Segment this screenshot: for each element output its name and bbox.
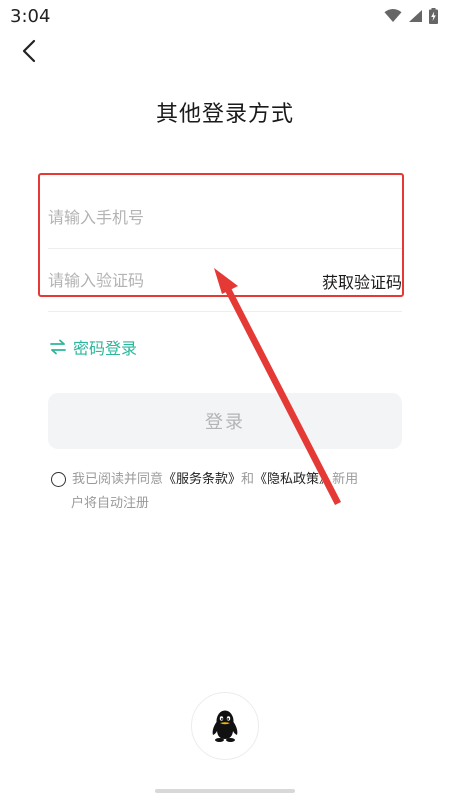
wifi-icon: [384, 9, 402, 22]
phone-field: [48, 187, 402, 249]
page-title: 其他登录方式: [155, 102, 294, 127]
privacy-policy-link[interactable]: 《隐私政策》: [254, 472, 332, 487]
agreement-text: 我已阅读并同意《服务条款》和《隐私政策》新用 户将自动注册: [71, 468, 412, 511]
status-bar: 3:04: [0, 0, 450, 32]
password-login-link[interactable]: 密码登录: [49, 335, 137, 359]
get-code-button[interactable]: 获取验证码: [322, 269, 402, 293]
status-icons: [384, 8, 438, 24]
qq-login-button[interactable]: [191, 692, 259, 760]
qq-penguin-icon: [212, 710, 238, 742]
back-button[interactable]: [14, 36, 46, 68]
code-field: 获取验证码: [48, 250, 402, 312]
battery-charging-icon: [429, 8, 438, 24]
password-login-label: 密码登录: [73, 339, 138, 358]
swap-arrows-icon: [50, 339, 66, 355]
cellular-signal-icon: [409, 10, 422, 22]
agreement-prefix: 我已阅读并同意: [72, 472, 164, 487]
login-button[interactable]: 登录: [48, 393, 402, 449]
phone-input[interactable]: [48, 208, 402, 227]
agreement-radio[interactable]: [51, 472, 66, 487]
agreement-suffix-line2: 户将自动注册: [71, 496, 150, 511]
status-time: 3:04: [10, 5, 51, 27]
terms-of-service-link[interactable]: 《服务条款》: [163, 472, 241, 487]
verification-code-input[interactable]: [48, 271, 278, 290]
chevron-left-icon: [22, 39, 36, 63]
home-indicator: [155, 789, 295, 793]
agreement-and: 和: [241, 472, 255, 487]
agreement-suffix-line1: 新用: [332, 472, 359, 487]
